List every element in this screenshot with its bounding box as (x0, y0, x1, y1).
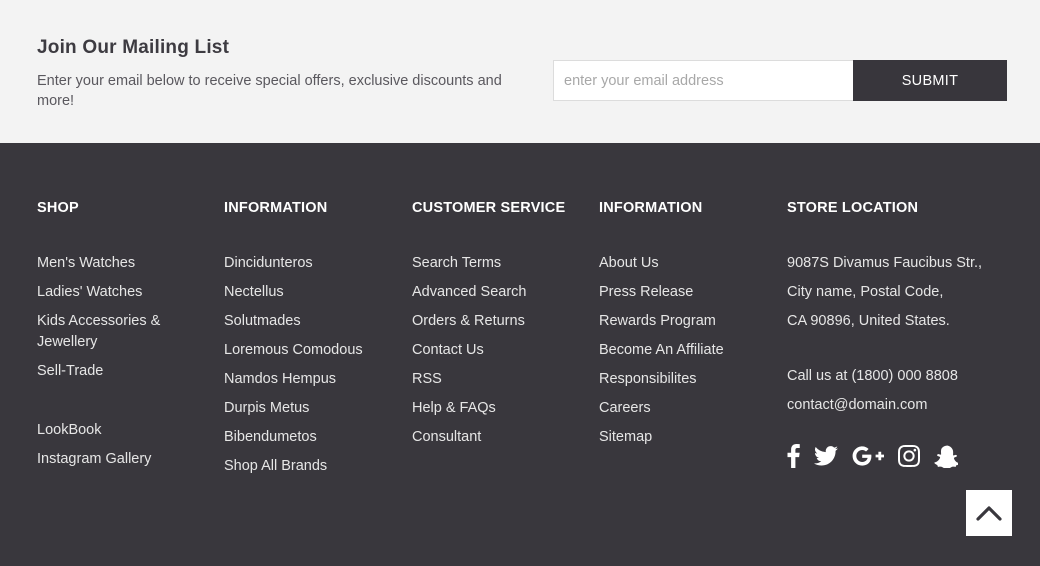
list-item: Kids Accessories & Jewellery (37, 311, 207, 353)
list-item: Careers (599, 398, 774, 419)
submit-button[interactable]: SUBMIT (853, 60, 1007, 101)
footer-link-rewards-program[interactable]: Rewards Program (599, 313, 716, 329)
footer-link[interactable]: Solutmades (224, 313, 301, 329)
footer-link-search-terms[interactable]: Search Terms (412, 255, 501, 271)
footer-link-sell-trade[interactable]: Sell-Trade (37, 363, 103, 379)
store-spacer (787, 340, 1027, 366)
list-item: Dincidunteros (224, 253, 399, 274)
instagram-icon[interactable] (898, 442, 920, 470)
footer-link-careers[interactable]: Careers (599, 400, 651, 416)
footer-link-orders-returns[interactable]: Orders & Returns (412, 313, 525, 329)
google-plus-icon[interactable] (852, 442, 884, 470)
newsletter-title: Join Our Mailing List (37, 37, 230, 58)
list-item: Instagram Gallery (37, 449, 207, 470)
list-item: Loremous Comodous (224, 340, 399, 361)
list-item: Bibendumetos (224, 427, 399, 448)
list-item: Sitemap (599, 427, 774, 448)
list-item: Shop All Brands (224, 456, 399, 477)
footer-link-press-release[interactable]: Press Release (599, 284, 693, 300)
footer-link-lookbook[interactable]: LookBook (37, 422, 102, 438)
list-item: Solutmades (224, 311, 399, 332)
column-heading: INFORMATION (224, 200, 328, 216)
newsletter-section: Join Our Mailing List Enter your email b… (0, 0, 1040, 143)
social-links (787, 442, 972, 470)
footer-column-store-location: STORE LOCATION 9087S Divamus Faucibus St… (787, 201, 1027, 424)
list-item: Rewards Program (599, 311, 774, 332)
list-item: Ladies' Watches (37, 282, 207, 303)
column-heading: CUSTOMER SERVICE (412, 200, 566, 216)
list-item: Become An Affiliate (599, 340, 774, 361)
chevron-up-icon (976, 506, 1002, 521)
list-item: Men's Watches (37, 253, 207, 274)
list-item: Orders & Returns (412, 311, 587, 332)
list-item: Durpis Metus (224, 398, 399, 419)
footer-link-shop-all-brands[interactable]: Shop All Brands (224, 458, 327, 474)
list-item: RSS (412, 369, 587, 390)
store-email-link[interactable]: contact@domain.com (787, 397, 927, 413)
footer-link[interactable]: Loremous Comodous (224, 342, 363, 358)
footer-column-information: INFORMATION Dincidunteros Nectellus Solu… (224, 201, 399, 485)
newsletter-description: Enter your email below to receive specia… (37, 73, 502, 109)
list-item: Consultant (412, 427, 587, 448)
footer-link-sitemap[interactable]: Sitemap (599, 429, 652, 445)
list-item: Contact Us (412, 340, 587, 361)
site-footer: SHOP Men's Watches Ladies' Watches Kids … (0, 143, 1040, 566)
store-phone: Call us at (1800) 000 8808 (787, 368, 958, 384)
store-email-line: contact@domain.com (787, 395, 1027, 416)
list-item: LookBook (37, 420, 207, 441)
link-list: Search Terms Advanced Search Orders & Re… (412, 253, 587, 448)
footer-link-responsibilites[interactable]: Responsibilites (599, 371, 697, 387)
list-item: Namdos Hempus (224, 369, 399, 390)
footer-column-shop: SHOP Men's Watches Ladies' Watches Kids … (37, 201, 207, 478)
column-heading: INFORMATION (599, 200, 703, 216)
footer-link-advanced-search[interactable]: Advanced Search (412, 284, 526, 300)
store-address-line: City name, Postal Code, (787, 284, 944, 300)
footer-link-ladies-watches[interactable]: Ladies' Watches (37, 284, 142, 300)
footer-column-information-2: INFORMATION About Us Press Release Rewar… (599, 201, 774, 456)
footer-link[interactable]: Dincidunteros (224, 255, 313, 271)
footer-column-customer-service: CUSTOMER SERVICE Search Terms Advanced S… (412, 201, 587, 456)
list-item: Help & FAQs (412, 398, 587, 419)
footer-link-contact-us[interactable]: Contact Us (412, 342, 484, 358)
store-address-line: CA 90896, United States. (787, 313, 950, 329)
list-item: Search Terms (412, 253, 587, 274)
footer-link-become-affiliate[interactable]: Become An Affiliate (599, 342, 724, 358)
list-item: Advanced Search (412, 282, 587, 303)
footer-link[interactable]: Namdos Hempus (224, 371, 336, 387)
footer-link[interactable]: Bibendumetos (224, 429, 317, 445)
email-input[interactable] (553, 60, 854, 101)
twitter-icon[interactable] (814, 442, 838, 470)
footer-link[interactable]: Nectellus (224, 284, 284, 300)
footer-link-kids-accessories[interactable]: Kids Accessories & Jewellery (37, 313, 160, 350)
column-heading: STORE LOCATION (787, 200, 919, 216)
footer-link-mens-watches[interactable]: Men's Watches (37, 255, 135, 271)
list-item: Press Release (599, 282, 774, 303)
footer-link-help-faqs[interactable]: Help & FAQs (412, 400, 496, 416)
list-item: Sell-Trade (37, 361, 207, 382)
snapchat-icon[interactable] (934, 442, 958, 470)
footer-link[interactable]: Durpis Metus (224, 400, 309, 416)
footer-link-about-us[interactable]: About Us (599, 255, 659, 271)
list-item: Nectellus (224, 282, 399, 303)
link-list: About Us Press Release Rewards Program B… (599, 253, 774, 448)
footer-link-rss[interactable]: RSS (412, 371, 442, 387)
link-list: Men's Watches Ladies' Watches Kids Acces… (37, 253, 207, 470)
footer-link-consultant[interactable]: Consultant (412, 429, 481, 445)
list-spacer (37, 390, 207, 420)
list-item: About Us (599, 253, 774, 274)
back-to-top-button[interactable] (966, 490, 1012, 536)
store-address-line: 9087S Divamus Faucibus Str., (787, 255, 983, 271)
footer-link-instagram-gallery[interactable]: Instagram Gallery (37, 451, 151, 467)
link-list: Dincidunteros Nectellus Solutmades Lorem… (224, 253, 399, 477)
facebook-icon[interactable] (787, 442, 800, 470)
list-item: Responsibilites (599, 369, 774, 390)
column-heading: SHOP (37, 200, 79, 216)
